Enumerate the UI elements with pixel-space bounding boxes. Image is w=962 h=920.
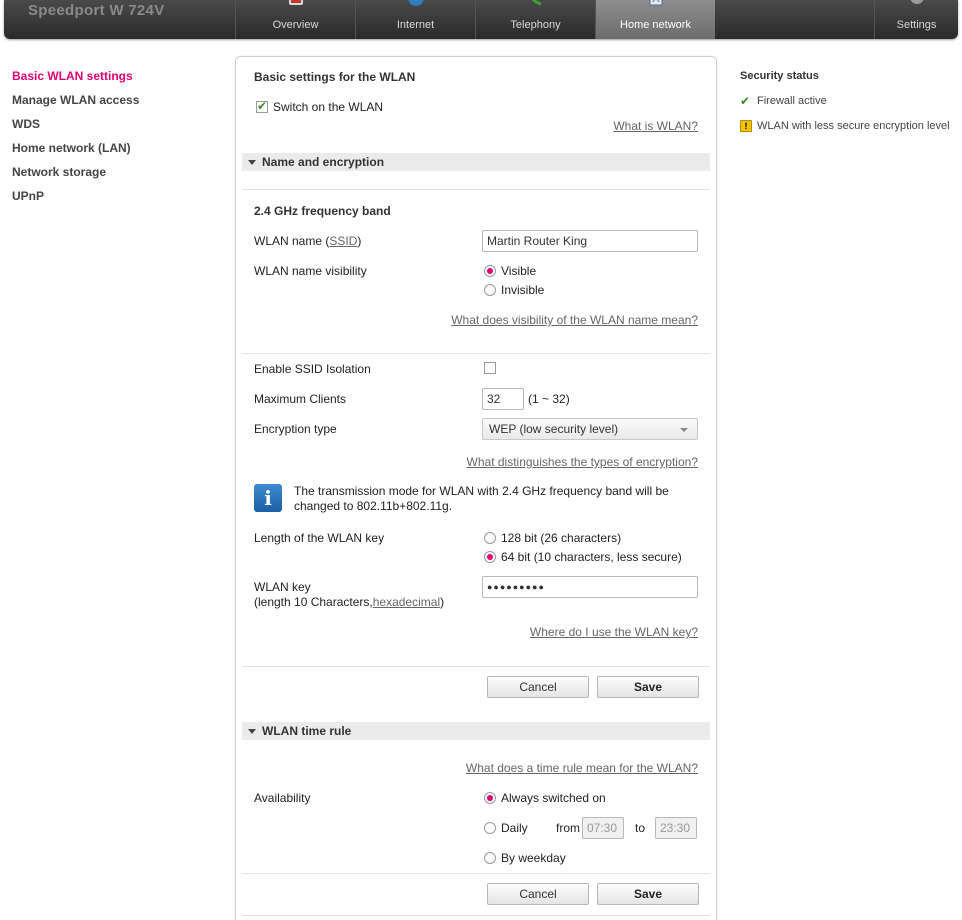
key-64-radio[interactable]: [484, 551, 496, 563]
divider: [242, 189, 710, 190]
tab-settings[interactable]: Settings: [874, 0, 958, 39]
tab-overview-label: Overview: [272, 19, 319, 31]
check-icon: ✔: [740, 94, 751, 108]
switch-on-wlan-checkbox[interactable]: [256, 99, 268, 113]
wlan-name-label: WLAN name (SSID): [254, 234, 361, 248]
status-firewall-text: Firewall active: [757, 95, 827, 107]
visible-option-label: Visible: [501, 264, 537, 278]
time-rule-cancel-button[interactable]: Cancel: [487, 883, 589, 905]
name-encryption-section-title: Name and encryption: [262, 155, 385, 169]
wlan-key-sublabel: (length 10 Characters,hexadecimal): [254, 595, 444, 609]
tab-internet[interactable]: Internet: [355, 0, 475, 39]
tab-home-network[interactable]: Home network: [595, 0, 715, 39]
chevron-down-icon: [680, 428, 688, 432]
tab-home-network-label: Home network: [620, 19, 691, 31]
invisible-radio[interactable]: [484, 284, 496, 296]
key-128-radio[interactable]: [484, 532, 496, 544]
tab-telephony[interactable]: Telephony: [475, 0, 595, 39]
always-on-option-label: Always switched on: [501, 791, 606, 805]
divider: [242, 666, 710, 667]
key-128-option-label: 128 bit (26 characters): [501, 531, 622, 545]
visibility-label: WLAN name visibility: [254, 264, 367, 278]
status-encryption-text: WLAN with less secure encryption level: [757, 120, 950, 132]
time-rule-section-header[interactable]: WLAN time rule: [242, 722, 710, 740]
invisible-option-label: Invisible: [501, 283, 545, 297]
warning-icon: !: [740, 120, 752, 132]
key-64-option-label: 64 bit (10 characters, less secure): [501, 550, 682, 564]
daily-option-label: Daily: [501, 821, 528, 835]
ssid-isolation-label: Enable SSID Isolation: [254, 362, 371, 376]
save-button[interactable]: Save: [597, 676, 699, 698]
wlan-key-input[interactable]: ●●●●●●●●●: [482, 576, 698, 598]
max-clients-input[interactable]: 32: [482, 388, 524, 410]
cancel-button[interactable]: Cancel: [487, 676, 589, 698]
what-is-wlan-link[interactable]: What is WLAN?: [613, 119, 698, 133]
divider: [242, 353, 710, 354]
to-label: to: [635, 821, 646, 835]
sidebar-item-network-storage[interactable]: Network storage: [12, 164, 212, 188]
time-rule-help-link[interactable]: What does a time rule mean for the WLAN?: [466, 761, 698, 775]
tab-telephony-label: Telephony: [510, 19, 561, 31]
encryption-type-select[interactable]: WEP (low security level): [482, 418, 698, 440]
ssid-link[interactable]: SSID: [329, 234, 357, 248]
encryption-help-link[interactable]: What distinguishes the types of encrypti…: [467, 455, 698, 469]
to-time-input[interactable]: 23:30: [655, 817, 697, 839]
daily-radio[interactable]: [484, 822, 496, 834]
wlan-key-sublabel-prefix: (length 10 Characters,: [254, 595, 373, 609]
collapse-triangle-icon: [248, 160, 256, 165]
band-heading: 2.4 GHz frequency band: [254, 204, 391, 218]
time-rule-section-title: WLAN time rule: [262, 724, 352, 738]
wlan-name-label-prefix: WLAN name (: [254, 234, 330, 248]
availability-label: Availability: [254, 791, 311, 805]
divider: [242, 915, 710, 916]
switch-on-wlan-label: Switch on the WLAN: [273, 100, 384, 114]
sidebar-item-home-network-lan[interactable]: Home network (LAN): [12, 140, 212, 164]
encryption-type-value: WEP (low security level): [489, 422, 619, 436]
gear-icon: [910, 0, 923, 4]
by-weekday-option-label: By weekday: [501, 851, 566, 865]
from-label: from: [556, 821, 580, 835]
sidebar-item-basic-wlan-settings[interactable]: Basic WLAN settings: [12, 68, 212, 92]
max-clients-label: Maximum Clients: [254, 392, 347, 406]
tab-internet-label: Internet: [396, 19, 435, 31]
hexadecimal-link[interactable]: hexadecimal: [373, 595, 440, 609]
from-time-input[interactable]: 07:30: [582, 817, 624, 839]
tab-settings-label: Settings: [896, 19, 937, 31]
info-icon: i: [254, 484, 282, 512]
encryption-type-label: Encryption type: [254, 422, 337, 436]
page-title: Basic settings for the WLAN: [254, 70, 416, 84]
home-network-icon: [649, 0, 662, 6]
wlan-key-label: WLAN key: [254, 580, 311, 594]
max-clients-range: (1 ~ 32): [528, 392, 570, 406]
phone-icon: [531, 0, 541, 6]
ssid-isolation-checkbox[interactable]: [484, 362, 496, 374]
wlan-name-input[interactable]: Martin Router King: [482, 230, 698, 252]
by-weekday-radio[interactable]: [484, 852, 496, 864]
collapse-triangle-icon: [248, 729, 256, 734]
visible-radio[interactable]: [484, 265, 496, 277]
security-status-title: Security status: [740, 70, 819, 82]
top-navigation-bar: Speedport W 724V Overview Internet Telep…: [4, 0, 958, 39]
time-rule-save-button[interactable]: Save: [597, 883, 699, 905]
name-encryption-section-header[interactable]: Name and encryption: [242, 153, 710, 171]
key-length-label: Length of the WLAN key: [254, 531, 385, 545]
divider: [242, 873, 710, 874]
wlan-key-sublabel-suffix: ): [440, 595, 445, 609]
overview-icon: [288, 0, 303, 5]
sidebar-item-upnp[interactable]: UPnP: [12, 188, 212, 212]
sidebar: Basic WLAN settings Manage WLAN access W…: [12, 68, 212, 212]
brand-title: Speedport W 724V: [28, 2, 165, 19]
globe-icon: [407, 0, 424, 6]
transmission-mode-info: The transmission mode for WLAN with 2.4 …: [294, 484, 669, 513]
main-panel: Basic settings for the WLAN Switch on th…: [235, 56, 717, 920]
tab-overview[interactable]: Overview: [235, 0, 355, 39]
visibility-help-link[interactable]: What does visibility of the WLAN name me…: [451, 313, 698, 327]
always-on-radio[interactable]: [484, 792, 496, 804]
sidebar-item-manage-wlan-access[interactable]: Manage WLAN access: [12, 92, 212, 116]
sidebar-item-wds[interactable]: WDS: [12, 116, 212, 140]
wlan-key-help-link[interactable]: Where do I use the WLAN key?: [530, 625, 698, 639]
wlan-name-label-suffix: ): [357, 234, 362, 248]
